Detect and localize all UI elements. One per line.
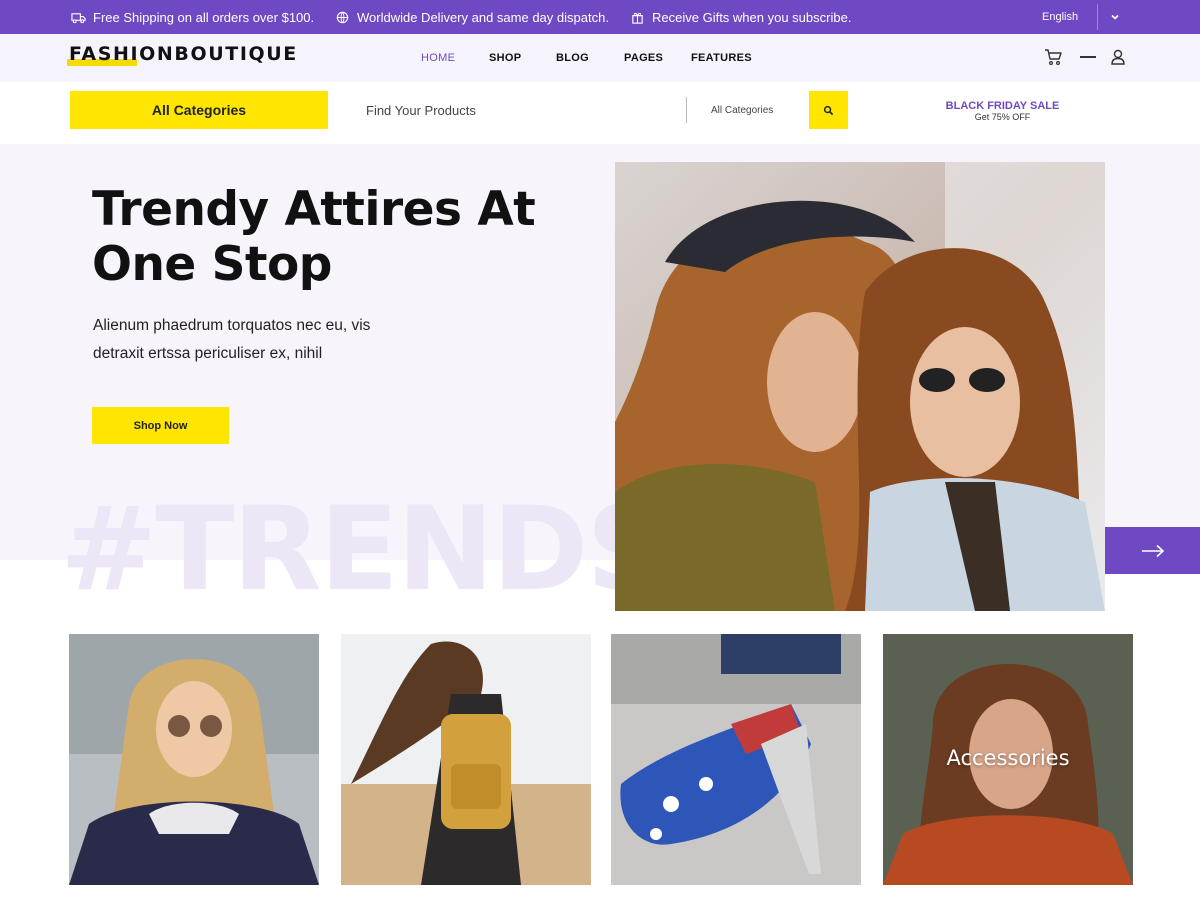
promo-shipping: Free Shipping on all orders over $100. xyxy=(71,0,314,34)
globe-icon xyxy=(336,11,349,23)
chevron-down-icon[interactable] xyxy=(1107,9,1123,25)
nav-home[interactable]: HOME xyxy=(421,34,455,82)
search-input[interactable] xyxy=(366,91,666,129)
promo-shipping-text: Free Shipping on all orders over $100. xyxy=(93,9,315,25)
search-row: All Categories All Categories BLACK FRID… xyxy=(0,82,1200,144)
language-selector[interactable]: English xyxy=(1042,0,1078,34)
promo-delivery: Worldwide Delivery and same day dispatch… xyxy=(335,0,609,34)
user-icon[interactable] xyxy=(1107,46,1129,68)
category-card-2[interactable] xyxy=(341,634,591,885)
top-bar: Free Shipping on all orders over $100. W… xyxy=(0,0,1200,34)
category-card-4[interactable]: Accessories xyxy=(883,634,1133,885)
nav-features[interactable]: FEATURES xyxy=(691,34,752,82)
hero-watermark: #TRENDS xyxy=(60,482,670,617)
hero-title-line-2: One Stop xyxy=(92,237,332,292)
gift-icon xyxy=(632,12,643,24)
hero-image xyxy=(615,162,1105,611)
hero-subtitle-line-2: detraxit ertssa periculiser ex, nihil xyxy=(93,345,323,362)
category-image-2 xyxy=(341,634,591,885)
category-image-3 xyxy=(611,634,861,885)
black-friday-banner[interactable]: BLACK FRIDAY SALE Get 75% OFF xyxy=(930,100,1075,122)
promo-delivery-text: Worldwide Delivery and same day dispatch… xyxy=(357,9,609,25)
category-select[interactable]: All Categories xyxy=(711,91,773,129)
hero-subtitle: Alienum phaedrum torquatos nec eu, vis d… xyxy=(93,312,433,368)
category-image-1 xyxy=(69,634,319,885)
search-divider xyxy=(686,97,687,123)
hero-next-button[interactable] xyxy=(1105,527,1200,574)
category-label-4: Accessories xyxy=(946,746,1070,770)
minus-icon[interactable] xyxy=(1077,46,1099,68)
nav-blog[interactable]: BLOG xyxy=(556,34,589,82)
promo-gifts-text: Receive Gifts when you subscribe. xyxy=(652,9,852,25)
shop-now-button[interactable]: Shop Now xyxy=(92,407,229,444)
category-card-3[interactable] xyxy=(611,634,861,885)
nav-pages[interactable]: PAGES xyxy=(624,34,663,82)
site-logo[interactable]: FASHIONBOUTIQUE xyxy=(67,43,298,71)
category-card-1[interactable] xyxy=(69,634,319,885)
nav-shop[interactable]: SHOP xyxy=(489,34,521,82)
hero-title: Trendy Attires At One Stop xyxy=(92,182,572,292)
truck-icon xyxy=(71,12,86,23)
search-icon xyxy=(823,105,834,115)
hero-subtitle-line-1: Alienum phaedrum torquatos nec eu, vis xyxy=(93,317,371,334)
hero-title-line-1: Trendy Attires At xyxy=(92,182,536,237)
main-header: FASHIONBOUTIQUE HOME SHOP BLOG PAGES FEA… xyxy=(0,34,1200,82)
search-button[interactable] xyxy=(809,91,848,129)
arrow-right-icon xyxy=(1141,544,1164,557)
language-divider xyxy=(1097,4,1098,30)
all-categories-button[interactable]: All Categories xyxy=(70,91,328,129)
promo-gifts: Receive Gifts when you subscribe. xyxy=(630,0,851,34)
logo-text: FASHIONBOUTIQUE xyxy=(69,43,298,65)
sale-subtitle: Get 75% OFF xyxy=(974,112,1031,122)
sale-title: BLACK FRIDAY SALE xyxy=(945,100,1060,112)
cart-icon[interactable] xyxy=(1042,46,1064,68)
